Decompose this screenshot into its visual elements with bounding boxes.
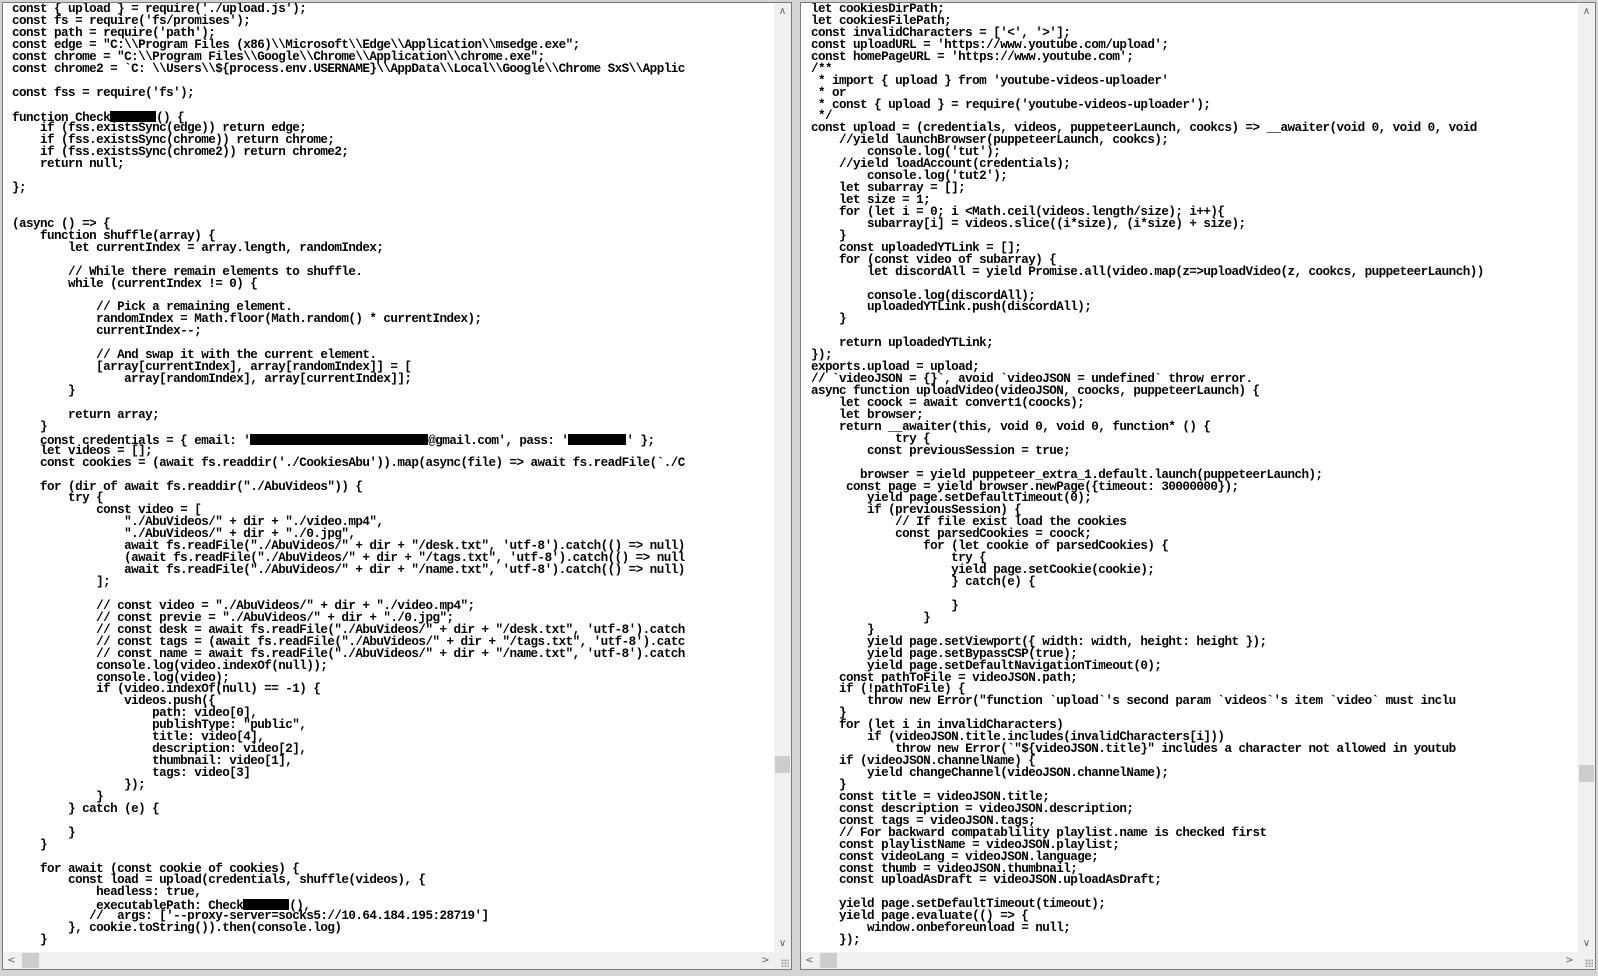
code-line: * const { upload } = require('youtube-vi… xyxy=(811,97,1211,112)
code-line: for (dir of await fs.readdir("./AbuVideo… xyxy=(12,479,363,494)
code-line: let currentIndex = array.length, randomI… xyxy=(12,240,384,255)
code-line: const previousSession = true; xyxy=(811,443,1071,458)
right-vertical-scroll-thumb[interactable] xyxy=(1579,765,1594,783)
scroll-down-icon[interactable]: ∨ xyxy=(1578,935,1595,952)
code-line: const homePageURL = 'https://www.youtube… xyxy=(811,49,1134,64)
left-vertical-scrollbar[interactable]: ∧ ∨ xyxy=(774,3,791,952)
resize-grip-icon xyxy=(1585,959,1593,967)
right-resize-grip[interactable] xyxy=(1578,952,1595,969)
code-line: yield changeChannel(videoJSON.channelNam… xyxy=(811,766,1169,780)
scroll-right-icon[interactable]: > xyxy=(757,952,774,969)
code-line: return uploadedYTLink; xyxy=(811,336,994,351)
code-line: } xyxy=(12,419,48,434)
code-line: await fs.readFile("./AbuVideos/" + dir +… xyxy=(12,563,685,578)
code-line: headless: true, xyxy=(12,885,202,900)
right-code-area[interactable]: let cookiesDirPath; let cookiesFilePath; c… xyxy=(801,3,1578,952)
code-line: currentIndex--; xyxy=(12,324,202,339)
code-line: array[randomIndex], array[currentIndex]]… xyxy=(12,372,412,387)
code-line: } xyxy=(811,312,847,327)
right-code-editor[interactable]: let cookiesDirPath; let cookiesFilePath; c… xyxy=(800,2,1596,970)
code-line: } xyxy=(811,610,931,625)
code-line: const fss = require('fs'); xyxy=(12,85,195,100)
code-line: let discordAll = yield Promise.all(video… xyxy=(811,264,1484,279)
code-line: const chrome2 = `C: \\Users\\${process.e… xyxy=(12,61,685,76)
scroll-left-icon[interactable]: < xyxy=(801,952,818,969)
scroll-down-icon[interactable]: ∨ xyxy=(774,935,791,952)
code-line: ]; xyxy=(12,575,111,589)
code-line: } xyxy=(12,837,48,852)
code-line: }; xyxy=(12,181,27,196)
scroll-up-icon[interactable]: ∧ xyxy=(774,3,791,20)
code-line: const cookies = (await fs.readdir('./Coo… xyxy=(12,455,685,470)
code-line: } xyxy=(12,384,76,398)
code-line: } xyxy=(12,825,76,840)
code-line: const uploadAsDraft = videoJSON.uploadAs… xyxy=(811,873,1162,888)
code-line: }); xyxy=(12,777,146,792)
scroll-left-icon[interactable]: < xyxy=(3,952,20,969)
code-line: if (fss.existsSync(chrome2)) return chro… xyxy=(12,145,349,160)
code-line: return null; xyxy=(12,157,125,172)
resize-grip-icon xyxy=(781,959,789,967)
right-horizontal-scroll-thumb[interactable] xyxy=(820,953,837,968)
code-line: } catch(e) { xyxy=(811,575,1036,589)
code-line: * import { upload } from 'youtube-videos… xyxy=(811,73,1169,88)
code-line: throw new Error("function `upload`'s sec… xyxy=(811,694,1456,709)
left-code-area[interactable]: const { upload } = require('./upload.js'… xyxy=(3,3,774,952)
left-horizontal-scroll-thumb[interactable] xyxy=(22,953,39,968)
left-code-editor[interactable]: const { upload } = require('./upload.js'… xyxy=(2,2,792,970)
code-line: } catch (e) { xyxy=(12,801,160,816)
left-vertical-scroll-thumb[interactable] xyxy=(775,756,790,774)
code-line: let coock = await convert1(coocks); xyxy=(811,395,1085,410)
left-horizontal-scrollbar[interactable]: < > xyxy=(3,952,774,969)
redacted-text xyxy=(250,433,429,445)
code-line: }, cookie.toString()).then(console.log) xyxy=(12,921,342,936)
left-resize-grip[interactable] xyxy=(774,952,791,969)
right-horizontal-scrollbar[interactable]: < > xyxy=(801,952,1578,969)
code-line: return array; xyxy=(12,407,160,422)
scroll-right-icon[interactable]: > xyxy=(1561,952,1578,969)
code-line: }); xyxy=(811,933,861,948)
code-line: while (currentIndex != 0) { xyxy=(12,276,258,291)
code-line: subarray[i] = videos.slice((i*size), (i*… xyxy=(811,216,1246,231)
scroll-up-icon[interactable]: ∧ xyxy=(1578,3,1595,20)
code-line: window.onbeforeunload = null; xyxy=(811,921,1071,936)
redacted-text xyxy=(568,433,627,445)
code-line: } xyxy=(12,933,48,948)
right-vertical-scrollbar[interactable]: ∧ ∨ xyxy=(1578,3,1595,952)
code-line: uploadedYTLink.push(discordAll); xyxy=(811,300,1092,315)
